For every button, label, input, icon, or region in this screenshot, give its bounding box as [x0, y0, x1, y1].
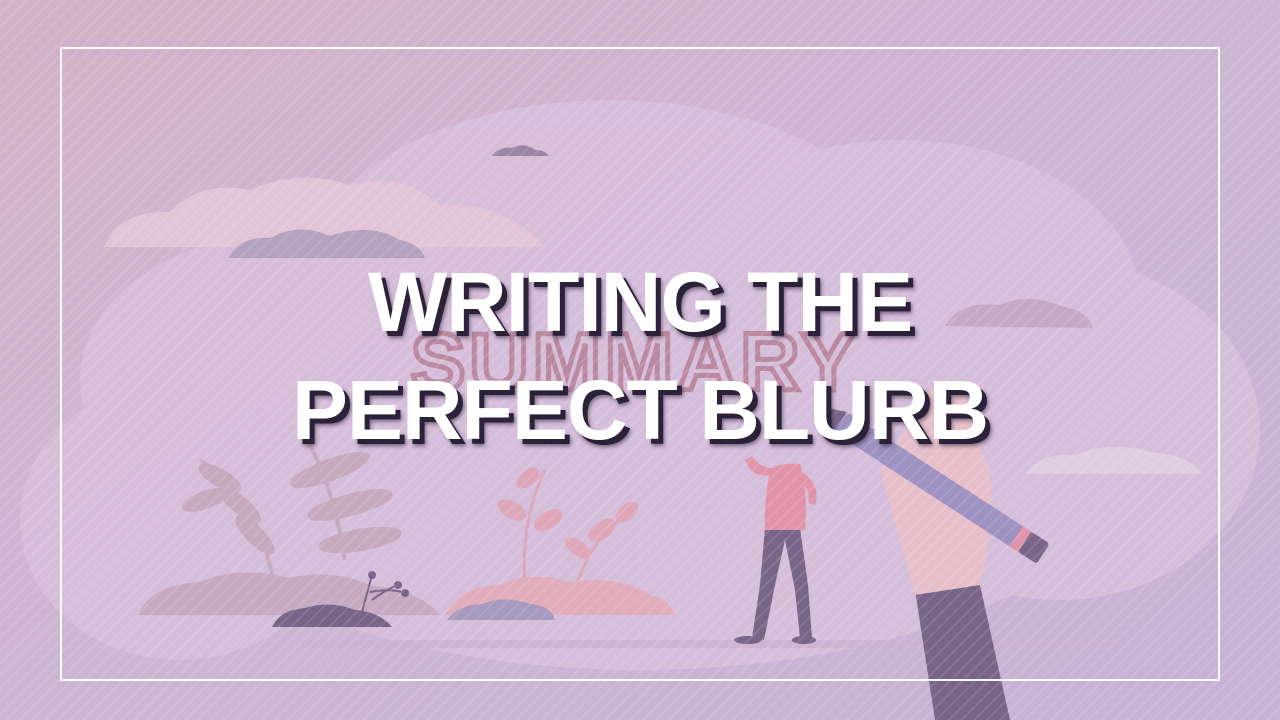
headline-line-1: WRITING THE [367, 255, 913, 349]
headline-line-2: PERFECT BLURB [291, 363, 989, 457]
headline: WRITING THE PERFECT BLURB [0, 248, 1280, 464]
